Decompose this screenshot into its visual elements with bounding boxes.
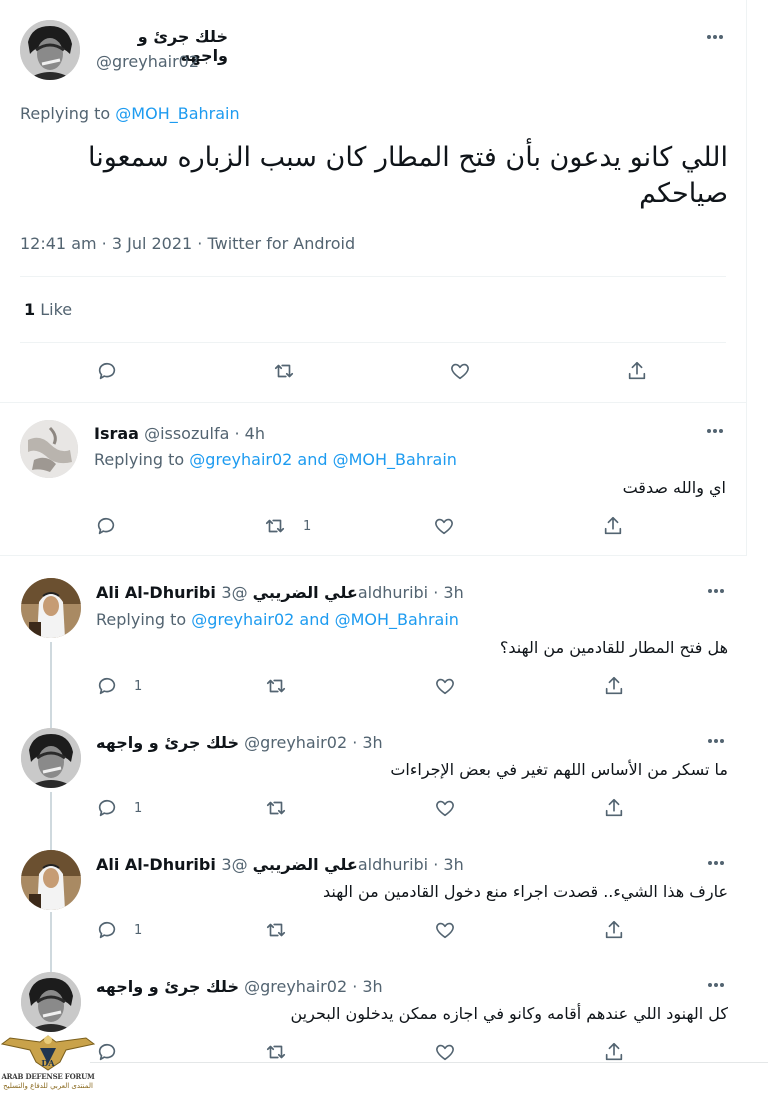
- retweet-icon[interactable]: [265, 675, 289, 699]
- column-border: [746, 0, 747, 555]
- retweet-icon[interactable]: [265, 797, 289, 821]
- likes-stat[interactable]: 1 Like: [24, 300, 72, 319]
- retweet-count: 1: [303, 519, 312, 534]
- likes-label: Like: [40, 300, 73, 319]
- reply-header: Israa @issozulfa · 4h: [94, 424, 265, 443]
- author-name[interactable]: خلك جرئ و واجهه: [96, 733, 239, 752]
- more-options-icon[interactable]: [703, 421, 727, 441]
- share-icon[interactable]: [603, 797, 627, 821]
- replying-prefix: Replying to: [96, 610, 187, 629]
- reply-text: اي والله صدقت: [622, 478, 726, 497]
- like-icon[interactable]: [449, 360, 473, 384]
- replying-to: Replying to @MOH_Bahrain: [20, 104, 240, 123]
- avatar[interactable]: [21, 850, 81, 910]
- more-options-icon[interactable]: [704, 975, 728, 995]
- more-options-icon[interactable]: [703, 27, 727, 47]
- watermark-line2: المنتدى العربي للدفاع والتسليح: [3, 1082, 93, 1090]
- divider: [0, 402, 746, 403]
- replying-to-link[interactable]: @MOH_Bahrain: [333, 450, 457, 469]
- replying-to-link[interactable]: @MOH_Bahrain: [115, 104, 239, 123]
- retweet-icon[interactable]: [264, 515, 288, 539]
- tweet-text: اللي كانو يدعون بأن فتح المطار كان سبب ا…: [87, 142, 728, 209]
- share-icon[interactable]: [602, 515, 626, 539]
- reply-count: 1: [134, 679, 143, 694]
- replying-to-link[interactable]: @greyhair02: [191, 610, 294, 629]
- reply-icon[interactable]: [96, 919, 120, 943]
- reply-count: 1: [134, 801, 143, 816]
- replying-to-link[interactable]: @MOH_Bahrain: [335, 610, 459, 629]
- tweet-meta[interactable]: 12:41 am · 3 Jul 2021 · Twitter for Andr…: [20, 234, 355, 253]
- thread-line: [50, 792, 52, 852]
- avatar[interactable]: [20, 420, 78, 478]
- like-icon[interactable]: [434, 797, 458, 821]
- replying-prefix: Replying to: [20, 104, 111, 123]
- more-options-icon[interactable]: [704, 581, 728, 601]
- replying-and: and: [297, 450, 328, 469]
- author-handle[interactable]: @greyhair02: [96, 52, 199, 71]
- replying-to-link[interactable]: @greyhair02: [189, 450, 292, 469]
- share-icon[interactable]: [603, 919, 627, 943]
- replying-prefix: Replying to: [94, 450, 185, 469]
- avatar[interactable]: [20, 20, 80, 80]
- watermark-line1: ARAB DEFENSE FORUM: [1, 1072, 95, 1081]
- retweet-icon[interactable]: [265, 919, 289, 943]
- avatar[interactable]: [21, 728, 81, 788]
- like-icon[interactable]: [433, 515, 457, 539]
- like-icon[interactable]: [434, 675, 458, 699]
- watermark-logo: DA ARAB DEFENSE FORUM المنتدى العربي للد…: [0, 1028, 96, 1096]
- retweet-icon[interactable]: [273, 360, 297, 384]
- thread-line: [50, 912, 52, 974]
- reply-header: خلك جرئ و واجهه @greyhair02 · 3h: [96, 977, 383, 996]
- avatar[interactable]: [21, 578, 81, 638]
- watermark-logo-text: DA: [41, 1058, 55, 1068]
- share-icon[interactable]: [626, 360, 650, 384]
- reply-header: Ali Al-Dhuribi علي الضريبي @3aldhuribi ·…: [96, 855, 464, 874]
- more-options-icon[interactable]: [704, 731, 728, 751]
- reply-icon[interactable]: [96, 360, 120, 384]
- reply-icon[interactable]: [96, 797, 120, 821]
- author-name[interactable]: Israa: [94, 424, 139, 443]
- share-icon[interactable]: [603, 675, 627, 699]
- reply-icon[interactable]: [95, 515, 119, 539]
- more-options-icon[interactable]: [704, 853, 728, 873]
- reply-text: ما تسكر من الأساس اللهم تغير في بعض الإج…: [390, 760, 728, 779]
- author-name[interactable]: خلك جرئ و واجهه: [96, 977, 239, 996]
- author-handle[interactable]: @issozulfa · 4h: [144, 424, 265, 443]
- author-handle[interactable]: @greyhair02 · 3h: [244, 733, 383, 752]
- reply-count: 1: [134, 923, 143, 938]
- replying-to: Replying to @greyhair02 and @MOH_Bahrain: [96, 610, 459, 629]
- reply-text: هل فتح المطار للقادمين من الهند؟: [499, 638, 728, 657]
- reply-text: كل الهنود اللي عندهم أقامه وكانو في اجاز…: [290, 1004, 728, 1023]
- divider: [20, 342, 726, 343]
- avatar[interactable]: [21, 972, 81, 1032]
- author-handle[interactable]: @greyhair02 · 3h: [244, 977, 383, 996]
- reply-icon[interactable]: [96, 675, 120, 699]
- reply-text: عارف هذا الشيء.. قصدت اجراء منع دخول الق…: [322, 882, 728, 901]
- replying-and: and: [299, 610, 330, 629]
- divider: [90, 1062, 768, 1063]
- replying-to: Replying to @greyhair02 and @MOH_Bahrain: [94, 450, 457, 469]
- divider: [20, 276, 726, 277]
- reply-header: خلك جرئ و واجهه @greyhair02 · 3h: [96, 733, 383, 752]
- thread-line: [50, 642, 52, 732]
- reply-header: Ali Al-Dhuribi علي الضريبي @3aldhuribi ·…: [96, 583, 464, 602]
- likes-count: 1: [24, 300, 36, 319]
- like-icon[interactable]: [434, 919, 458, 943]
- divider: [0, 555, 747, 556]
